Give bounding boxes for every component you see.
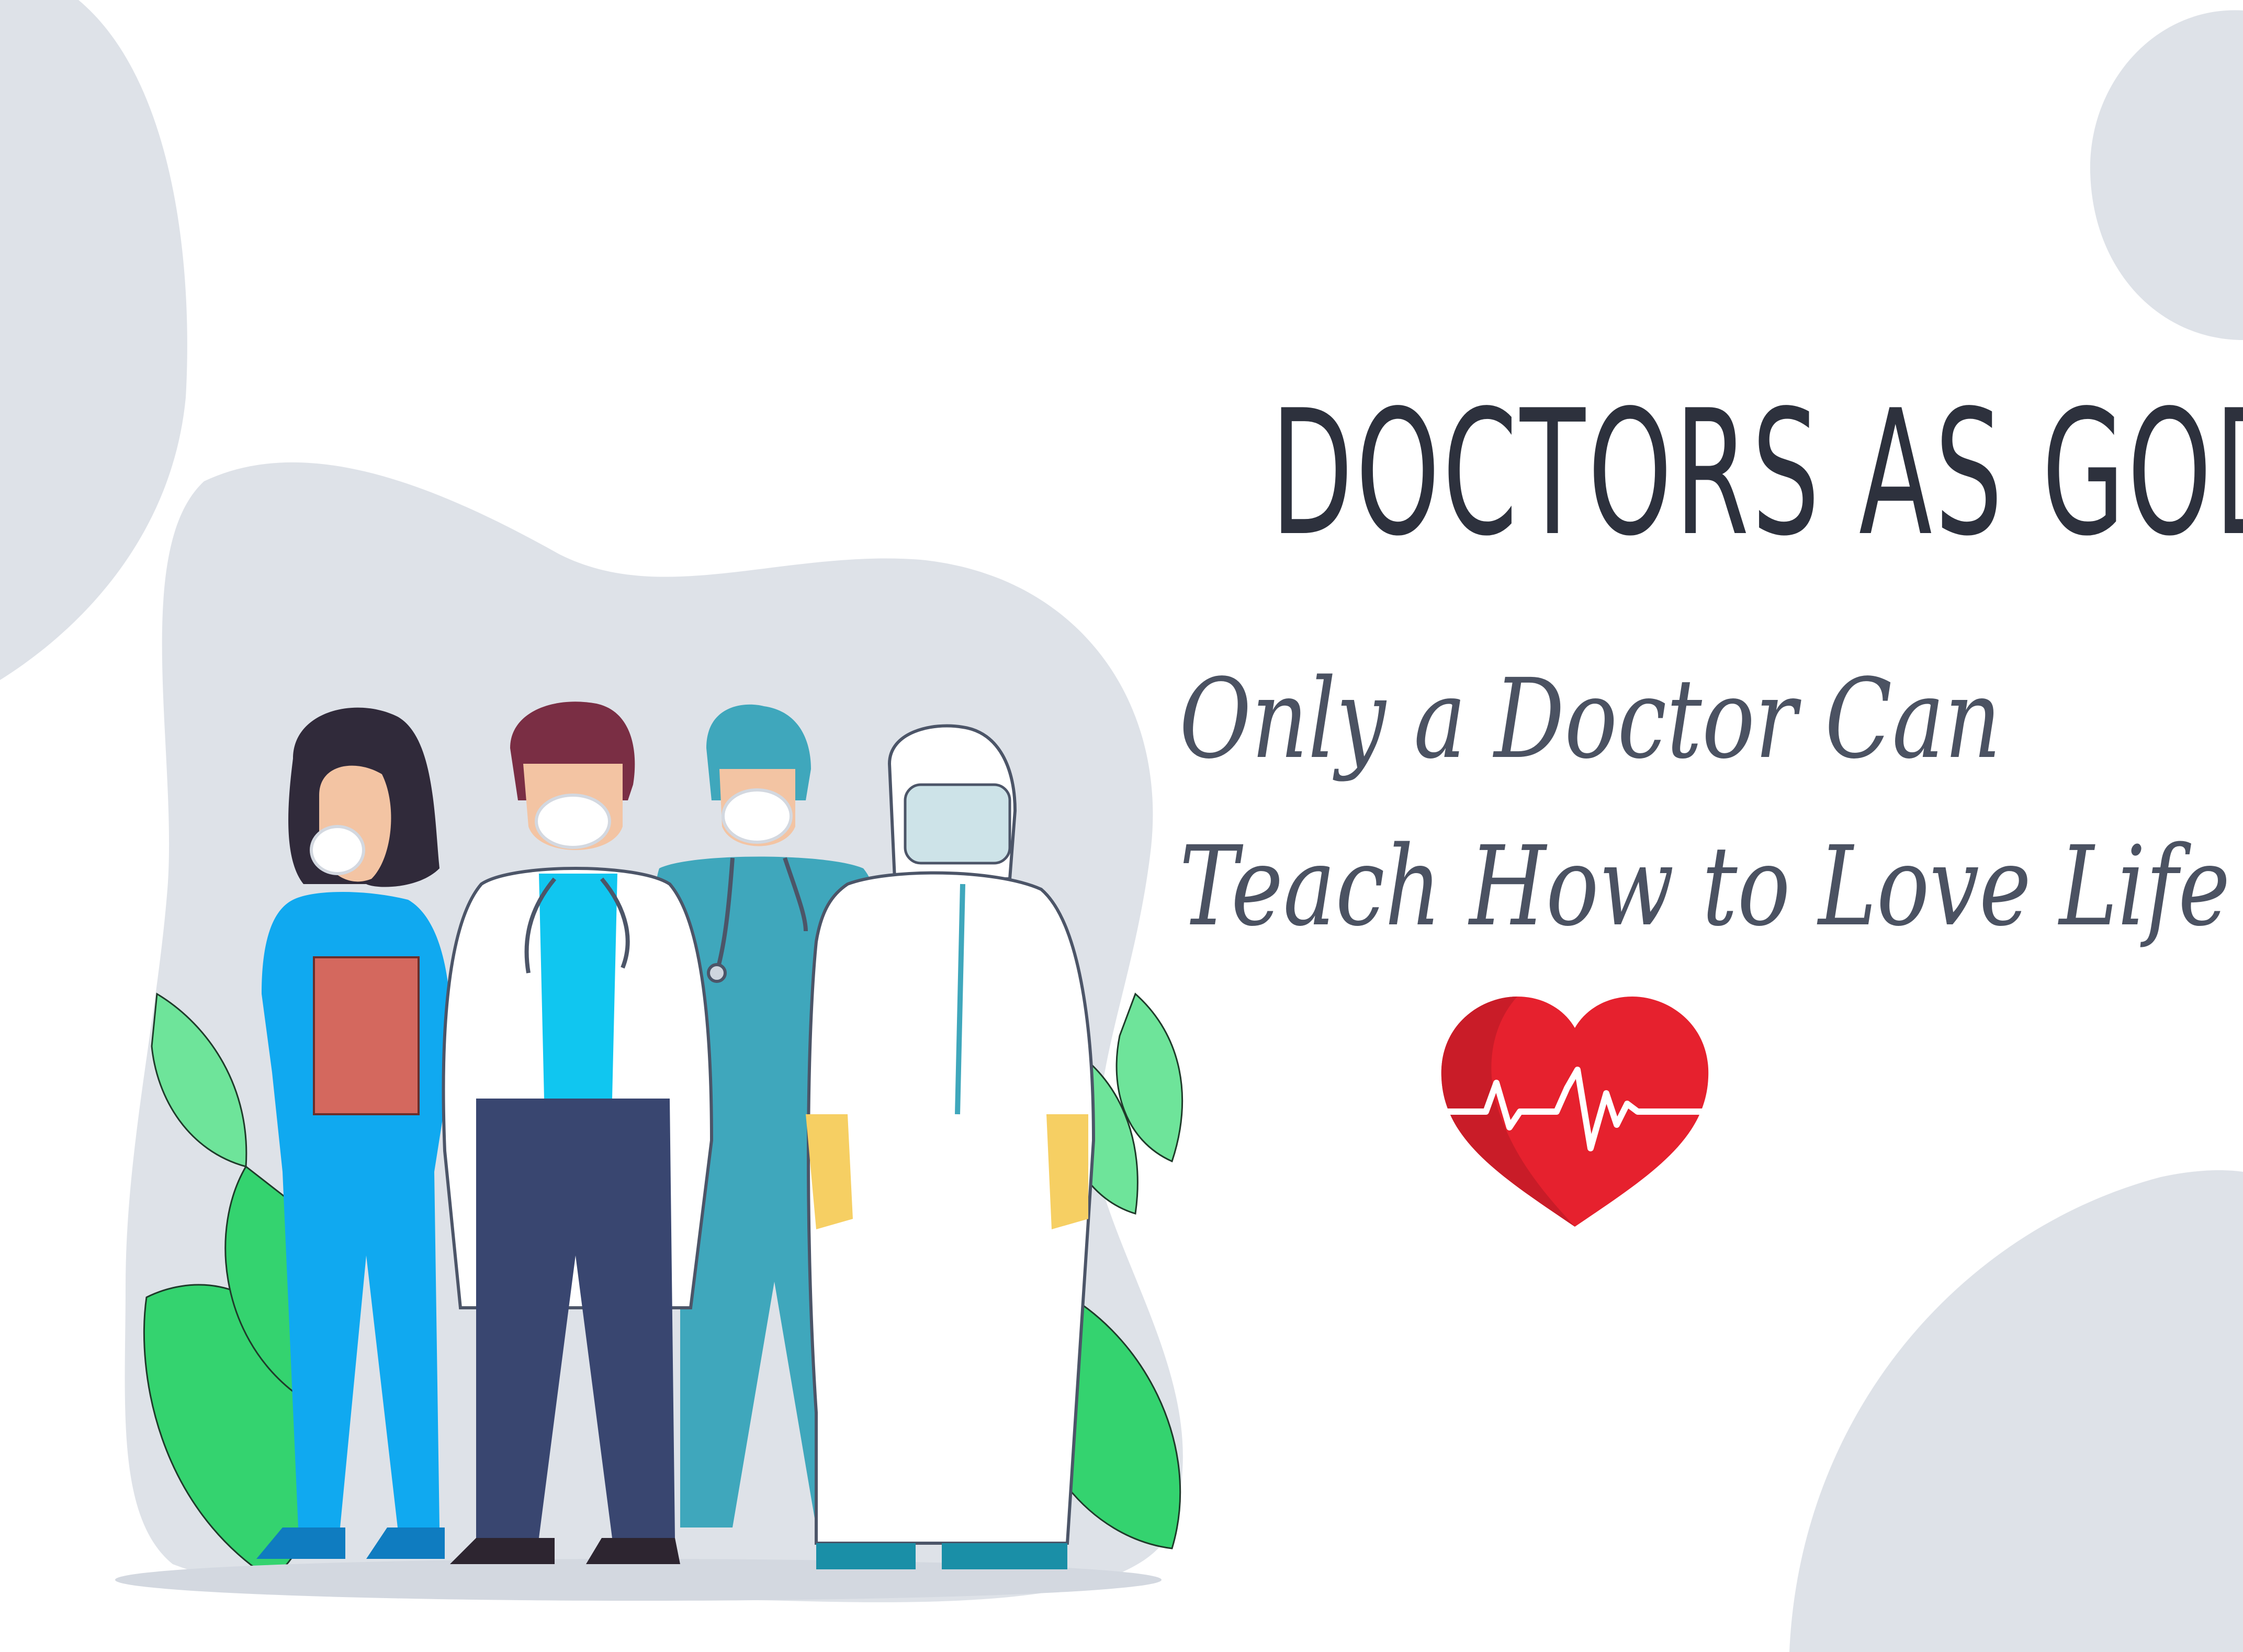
ppe-face-shield (904, 783, 1011, 865)
blob-top-left (0, 0, 187, 680)
heart-pulse-icon (1441, 997, 1709, 1227)
subtitle-line-2: Teach How to Love Life (1179, 822, 2230, 951)
subtitle-line-1: Only a Doctor Can (1179, 655, 2001, 783)
page-title: DOCTORS AS GOD (1270, 373, 2243, 574)
doctor-mask (535, 794, 611, 849)
surgeon-mask (722, 788, 793, 844)
doctor-shirt (539, 874, 617, 1099)
nurse-clipboard (313, 956, 420, 1115)
ppe-boots (816, 1543, 1067, 1569)
poster-canvas: DOCTORS AS GOD Only a Doctor Can Teach H… (0, 0, 2243, 1652)
blob-top-right (2090, 10, 2243, 340)
nurse-mask (310, 825, 365, 875)
stethoscope-icon (707, 963, 727, 983)
blob-bottom-right (1789, 1170, 2243, 1652)
